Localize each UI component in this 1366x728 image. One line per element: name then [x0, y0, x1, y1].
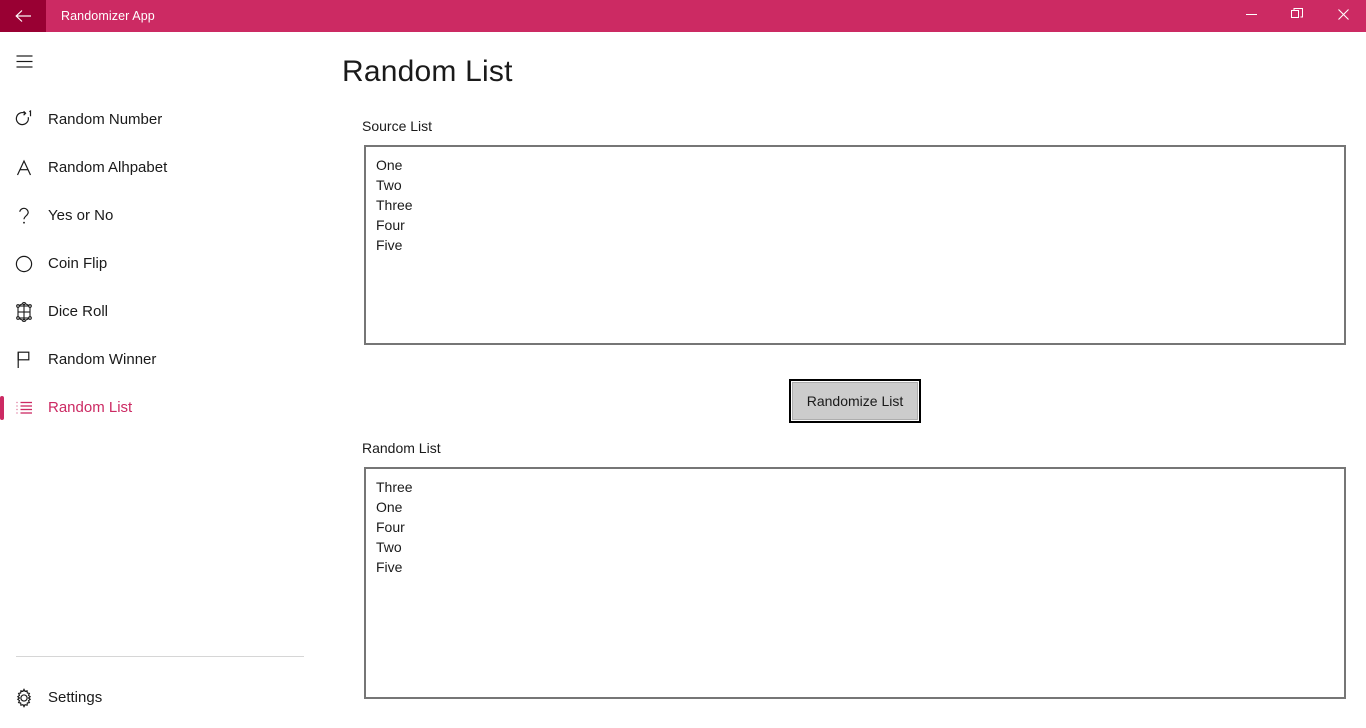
close-icon	[1337, 7, 1349, 25]
navigation-sidebar: Random Number Random Alhpabet Yes or No	[0, 32, 320, 728]
main-content: Random List Source List One Two Three Fo…	[320, 32, 1366, 728]
circle-icon	[0, 240, 48, 288]
gear-icon	[0, 674, 48, 722]
maximize-button[interactable]	[1274, 0, 1320, 32]
hamburger-menu-button[interactable]	[0, 40, 48, 88]
sidebar-item-dice-roll[interactable]: Dice Roll	[0, 288, 320, 336]
source-list-label: Source List	[362, 118, 433, 134]
sidebar-item-random-number[interactable]: Random Number	[0, 96, 320, 144]
sidebar-nav-list: Random Number Random Alhpabet Yes or No	[0, 96, 320, 432]
minimize-icon	[1245, 7, 1257, 25]
sidebar-item-coin-flip[interactable]: Coin Flip	[0, 240, 320, 288]
close-button[interactable]	[1320, 0, 1366, 32]
sidebar-item-label: Random Number	[48, 111, 163, 128]
repeat-one-icon	[0, 96, 48, 144]
sidebar-item-random-winner[interactable]: Random Winner	[0, 336, 320, 384]
sidebar-item-label: Random List	[48, 399, 133, 416]
source-list-textarea[interactable]: One Two Three Four Five	[364, 145, 1346, 345]
sidebar-item-label: Random Winner	[48, 351, 157, 368]
randomize-button-wrapper: Randomize List	[789, 379, 921, 423]
sidebar-item-random-list[interactable]: Random List	[0, 384, 320, 432]
title-bar-spacer	[155, 0, 1228, 32]
dice-icon	[0, 288, 48, 336]
sidebar-item-settings[interactable]: Settings	[0, 674, 320, 722]
sidebar-item-label: Random Alhpabet	[48, 159, 168, 176]
sidebar-item-label: Settings	[48, 689, 103, 706]
sidebar-item-random-alphabet[interactable]: Random Alhpabet	[0, 144, 320, 192]
sidebar-item-label: Coin Flip	[48, 255, 108, 272]
random-list-label: Random List	[362, 440, 441, 456]
sidebar-item-label: Dice Roll	[48, 303, 109, 320]
random-list-textarea[interactable]: Three One Four Two Five	[364, 467, 1346, 699]
hamburger-menu-icon	[16, 55, 33, 73]
sidebar-divider	[16, 656, 304, 657]
app-title: Randomizer App	[61, 9, 155, 23]
window-caption-buttons	[1228, 0, 1366, 32]
question-mark-icon	[0, 192, 48, 240]
back-arrow-icon	[14, 9, 32, 23]
list-icon	[0, 384, 48, 432]
selection-indicator	[0, 396, 4, 420]
sidebar-item-label: Yes or No	[48, 207, 114, 224]
restore-icon	[1291, 7, 1303, 25]
letter-a-icon	[0, 144, 48, 192]
page-title: Random List	[342, 55, 513, 88]
randomize-list-button[interactable]: Randomize List	[789, 379, 921, 423]
sidebar-item-yes-or-no[interactable]: Yes or No	[0, 192, 320, 240]
back-button[interactable]	[0, 0, 46, 32]
minimize-button[interactable]	[1228, 0, 1274, 32]
title-bar: Randomizer App	[0, 0, 1366, 32]
flag-icon	[0, 336, 48, 384]
